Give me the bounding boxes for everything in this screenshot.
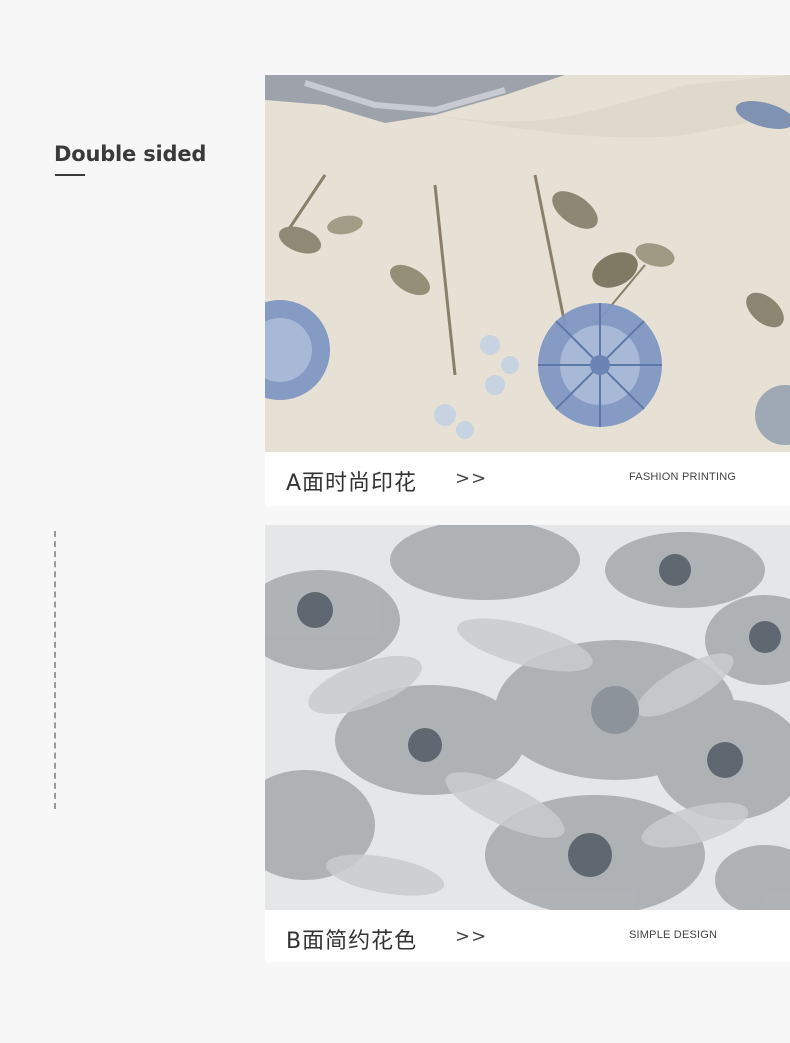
side-a-arrow: >> [455, 468, 488, 489]
side-b-caption: B面简约花色 >> SIMPLE DESIGN [265, 910, 790, 962]
side-b-card: B面简约花色 >> SIMPLE DESIGN [265, 525, 790, 962]
double-sided-title: Double sided [54, 142, 207, 166]
side-b-fabric-photo [265, 525, 790, 910]
title-underline [55, 174, 85, 176]
side-a-fabric-photo [265, 75, 790, 452]
side-b-caption-en: SIMPLE DESIGN [629, 929, 718, 941]
side-a-caption-cn: A面时尚印花 [286, 471, 418, 496]
side-a-caption-en: FASHION PRINTING [629, 471, 737, 483]
side-b-arrow: >> [455, 926, 488, 947]
dashed-divider [54, 531, 56, 809]
side-a-caption: A面时尚印花 >> FASHION PRINTING [265, 452, 790, 506]
side-a-card: A面时尚印花 >> FASHION PRINTING [265, 75, 790, 506]
side-b-caption-cn: B面简约花色 [286, 929, 418, 954]
